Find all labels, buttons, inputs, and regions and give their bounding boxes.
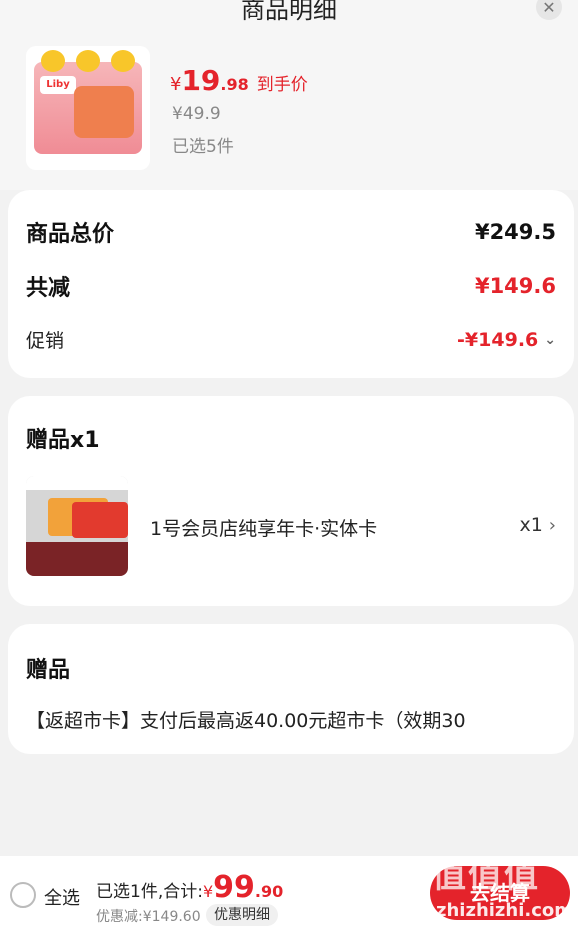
gift-title: 赠品x1 [26,428,100,453]
price-integer: 19 [181,64,221,97]
gift2-description: 【返超市卡】支付后最高返40.00元超市卡（效期30 [26,710,466,732]
gift-image-footer [26,542,128,576]
reduce-label: 共减 [26,276,71,301]
promo-label: 促销 [26,330,65,352]
select-all-radio[interactable] [10,882,36,908]
gift-card: 赠品x1 1号会员店纯享年卡·实体卡 x1 › [8,396,574,606]
total-symbol: ¥ [202,882,214,901]
total-prefix: 已选1件,合计: [96,882,203,902]
final-price: ¥ 19 .98 到手价 [170,64,308,97]
gift-card-graphic [72,502,128,538]
price-decimal: .98 [220,75,249,94]
product-image: Liby [26,46,150,170]
chevron-right-icon[interactable]: › [549,515,556,536]
promo-value-wrap[interactable]: -¥149.6 ⌄ [457,329,556,351]
discount-text: 优惠减:¥149.60 [96,909,201,925]
price-summary-card: 商品总价 ¥249.5 共减 ¥149.6 促销 -¥149.6 ⌄ [8,190,574,378]
reduce-row: 共减 ¥149.6 [26,270,556,302]
product-illustration [74,86,134,138]
watermark-text: zhizhizhi.com [436,900,574,921]
discount-detail-button[interactable]: 优惠明细 [206,904,278,926]
gift-image-header [26,476,128,490]
gift-card-2: 赠品 【返超市卡】支付后最高返40.00元超市卡（效期30 [8,624,574,754]
total-value: ¥249.5 [474,220,556,244]
selected-count: 已选5件 [172,137,234,157]
page-title: 商品明细 [241,0,337,24]
total-row: 商品总价 ¥249.5 [26,216,556,248]
watermark-logo: 值值值 [432,856,540,896]
pod-icon [75,50,100,72]
price-tag: 到手价 [256,75,308,95]
chevron-down-icon[interactable]: ⌄ [544,332,556,348]
total-integer: 99 [213,870,255,905]
promo-value: -¥149.6 [457,328,539,351]
gift-image[interactable] [26,476,128,576]
total-label: 商品总价 [26,222,115,247]
gift-item-name[interactable]: 1号会员店纯享年卡·实体卡 [150,514,377,541]
price-symbol: ¥ [170,74,182,95]
gift2-title: 赠品 [26,658,71,683]
total-decimal: .90 [254,882,284,901]
select-all-label[interactable]: 全选 [44,884,80,910]
pod-icon [41,50,66,72]
gift-qty-value: x1 [519,514,543,536]
product-pods [36,50,140,74]
promo-row[interactable]: 促销 -¥149.6 ⌄ [26,326,556,353]
reduce-value: ¥149.6 [474,274,556,298]
pod-icon [110,50,135,72]
total-line: 已选1件,合计: ¥ 99 .90 [96,870,283,905]
original-price: ¥49.9 [172,104,221,124]
brand-logo: Liby [40,76,76,94]
gift-item-qty[interactable]: x1 › [519,514,556,536]
